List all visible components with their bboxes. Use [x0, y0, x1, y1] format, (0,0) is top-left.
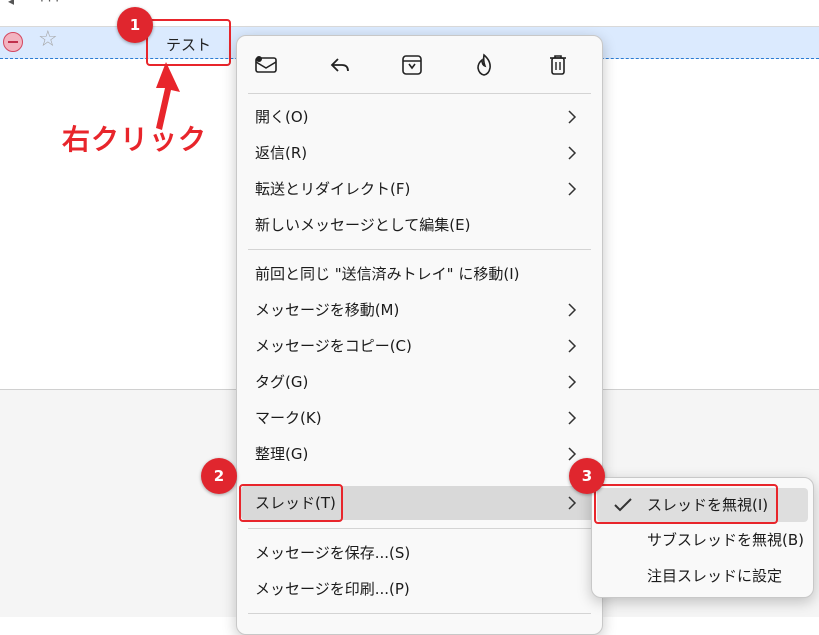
context-menu: 開く(O) 返信(R) 転送とリダイレクト(F) 新しいメッセージとして編集(E… — [236, 35, 603, 635]
menu-separator — [248, 528, 591, 529]
menu-item-print[interactable]: メッセージを印刷...(P) — [241, 572, 598, 606]
menu-item-save[interactable]: メッセージを保存...(S) — [241, 536, 598, 570]
chevron-right-icon — [568, 110, 577, 124]
menu-item-edit-as-new[interactable]: 新しいメッセージとして編集(E) — [241, 208, 598, 242]
chevron-right-icon — [568, 339, 577, 353]
step-badge-2: 2 — [201, 458, 237, 494]
submenu-item-watch-thread[interactable]: 注目スレッドに設定 — [597, 559, 808, 593]
menu-item-forward[interactable]: 転送とリダイレクト(F) — [241, 172, 598, 206]
menu-item-open[interactable]: 開く(O) — [241, 100, 598, 134]
chevron-right-icon — [568, 375, 577, 389]
step-badge-3: 3 — [569, 458, 605, 494]
menu-item-tag[interactable]: タグ(G) — [241, 365, 598, 399]
toolbar-fragment: ◂ — [8, 0, 15, 8]
chevron-right-icon — [568, 182, 577, 196]
menu-item-copy[interactable]: メッセージをコピー(C) — [241, 329, 598, 363]
mark-read-icon[interactable] — [251, 50, 281, 80]
star-icon[interactable]: ☆ — [38, 29, 58, 51]
chevron-right-icon — [568, 411, 577, 425]
reply-icon[interactable] — [325, 50, 355, 80]
delete-icon[interactable] — [543, 50, 573, 80]
chevron-right-icon — [568, 303, 577, 317]
menu-item-mark[interactable]: マーク(K) — [241, 401, 598, 435]
chevron-right-icon — [568, 146, 577, 160]
menu-icon-row — [237, 50, 602, 80]
menu-item-move[interactable]: メッセージを移動(M) — [241, 293, 598, 327]
toolbar-fragment: · · · — [40, 0, 60, 8]
delete-circle-icon[interactable] — [3, 32, 23, 52]
highlight-box-thread — [239, 484, 343, 522]
menu-item-organize[interactable]: 整理(G) — [241, 437, 598, 471]
submenu-item-ignore-subthread[interactable]: サブスレッドを無視(B) — [597, 523, 808, 557]
step-badge-1: 1 — [117, 7, 153, 43]
chevron-right-icon — [568, 496, 577, 510]
menu-item-reply[interactable]: 返信(R) — [241, 136, 598, 170]
annotation-right-click-text: 右クリック — [62, 123, 208, 156]
menu-separator — [248, 249, 591, 250]
menu-separator — [248, 93, 591, 94]
menu-item-move-again[interactable]: 前回と同じ "送信済みトレイ" に移動(I) — [241, 257, 598, 291]
chevron-right-icon — [568, 447, 577, 461]
highlight-box-subject — [146, 19, 231, 66]
junk-icon[interactable] — [469, 50, 499, 80]
archive-icon[interactable] — [397, 50, 427, 80]
menu-separator — [248, 613, 591, 614]
highlight-box-ignore-thread — [594, 484, 778, 524]
